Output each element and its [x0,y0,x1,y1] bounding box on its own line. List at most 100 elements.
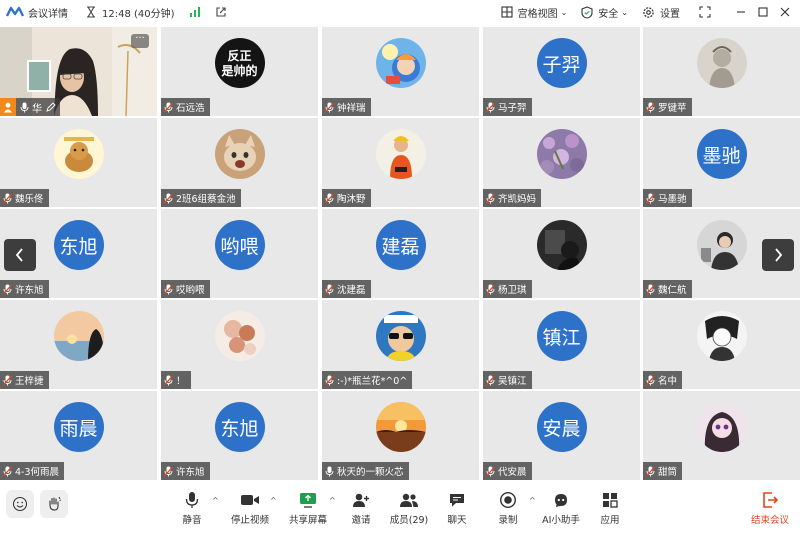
chevron-right-icon [775,248,783,262]
avatar-photo [375,129,426,179]
participant-tile[interactable]: 名中 [643,300,800,389]
participant-name-tag: 钟祥瑞 [322,98,371,116]
participant-name: 4-3何雨晨 [15,467,60,478]
settings-button[interactable]: 设置 [642,5,680,20]
end-meeting-button[interactable]: 结束会议 [745,489,795,529]
mute-button[interactable]: 静音 [167,489,217,529]
video-options-chevron[interactable]: ^ [270,496,277,505]
gallery-view-button[interactable]: 宫格视图 ⌄ [501,5,567,20]
participant-tile[interactable]: 钟祥瑞 [322,27,479,116]
maximize-icon [758,7,768,17]
participant-avatar [214,311,265,361]
stop-video-button[interactable]: 停止视频 [225,489,275,529]
raise-hand-button[interactable] [40,490,68,518]
mic-muted-icon [164,193,173,203]
chevron-left-icon [15,248,23,262]
share-screen-icon [300,493,316,508]
participant-tile[interactable]: ！ [161,300,318,389]
participant-name-tag: 2班6组蔡金池 [161,189,241,207]
participant-tile[interactable]: 甜筒 [643,391,800,480]
participant-name: 哎哟喂 [176,285,205,296]
participant-tile[interactable]: :-)*瓶兰花*^0^ [322,300,479,389]
mic-muted-icon [3,193,12,203]
participant-tile[interactable]: 墨驰 马墨驰 [643,118,800,207]
participant-tile[interactable]: 秋天的一颗火芯 [322,391,479,480]
mic-muted-icon [164,284,173,294]
participant-name-tag: 杨卫琪 [483,280,532,298]
participant-tile[interactable]: 东旭 许东旭 [161,391,318,480]
ai-assistant-label: AI小助手 [542,515,580,526]
participant-tile[interactable]: 王梓捷 [0,300,157,389]
video-camera-icon [241,495,259,505]
avatar-photo [375,402,426,452]
participant-tile[interactable]: 陶沐野 [322,118,479,207]
minimize-icon [737,11,745,13]
participant-name-tag: 甜筒 [643,462,683,480]
members-icon [400,493,418,507]
close-icon [780,7,790,17]
pop-out-icon[interactable] [215,6,227,18]
participant-tile[interactable]: 雨晨 4-3何雨晨 [0,391,157,480]
title-bar: 会议详情 12:48 (40分钟) 宫格视图 ⌄ 安全 ⌄ 设置 [0,0,800,24]
apps-button[interactable]: 应用 [585,489,635,529]
meeting-details-link[interactable]: 会议详情 [28,5,68,20]
participant-tile[interactable]: 安晨 代安晨 [483,391,640,480]
participant-name-tag: 名中 [643,371,683,389]
more-options-button[interactable]: ··· [131,34,149,48]
participant-name: 杨卫琪 [498,285,527,296]
participant-tile[interactable]: 齐凯妈妈 [483,118,640,207]
participant-tile[interactable]: 子羿 马子羿 [483,27,640,116]
mic-muted-icon [486,375,495,385]
participant-tile[interactable]: 罗键苹 [643,27,800,116]
share-screen-button[interactable]: 共享屏幕 [283,489,333,529]
ai-assistant-button[interactable]: AI小助手 [536,489,586,529]
members-button[interactable]: 成员(29) [384,489,434,529]
participant-avatar [696,38,747,88]
participant-tile[interactable]: 镇江 吴镇江 [483,300,640,389]
reactions-button[interactable] [6,490,34,518]
next-page-button[interactable] [762,239,794,271]
participant-name: 许东旭 [15,285,44,296]
signal-strength-icon[interactable] [189,6,201,18]
participant-avatar [375,311,426,361]
participant-name-tag: 许东旭 [0,280,49,298]
security-button[interactable]: 安全 ⌄ [581,5,628,20]
chat-button[interactable]: 聊天 [432,489,482,529]
end-meeting-label: 结束会议 [750,515,789,526]
participant-tile[interactable]: 哟喂 哎哟喂 [161,209,318,298]
mic-muted-icon [325,193,334,203]
invite-button[interactable]: 邀请 [336,489,386,529]
close-button[interactable] [774,0,796,24]
participant-name-tag: 沈建磊 [322,280,371,298]
mic-muted-icon [486,466,495,476]
participant-tile[interactable]: 建磊 沈建磊 [322,209,479,298]
participant-avatar [375,402,426,452]
members-label: 成员(29) [389,515,429,526]
avatar-photo [53,129,104,179]
maximize-button[interactable] [752,0,774,24]
record-options-chevron[interactable]: ^ [529,496,536,505]
grid-icon [501,6,513,18]
chat-bubble-icon [450,494,464,507]
participant-tile[interactable]: 杨卫琪 [483,209,640,298]
meeting-duration: 12:48 (40分钟) [102,8,175,20]
participant-name: 2班6组蔡金池 [176,194,236,205]
record-button[interactable]: 录制 [483,489,533,529]
fullscreen-button[interactable] [694,0,716,24]
mute-label: 静音 [182,515,202,526]
participant-name: 石远浩 [176,103,205,114]
participant-tile[interactable]: 魏乐佟 [0,118,157,207]
mic-muted-icon [164,466,173,476]
participant-tile[interactable]: 2班6组蔡金池 [161,118,318,207]
mic-icon [325,466,334,476]
avatar-photo [53,311,104,361]
share-options-chevron[interactable]: ^ [329,496,336,505]
participant-tile[interactable]: 反正 是帅的 石远浩 [161,27,318,116]
self-video-tile[interactable]: ··· 华 [0,27,157,116]
edit-pencil-icon[interactable] [46,102,56,112]
mute-options-chevron[interactable]: ^ [212,496,219,505]
gallery-view-label: 宫格视图 [517,8,558,20]
previous-page-button[interactable] [4,239,36,271]
minimize-button[interactable] [730,0,752,24]
participant-name: 甜筒 [658,467,678,478]
